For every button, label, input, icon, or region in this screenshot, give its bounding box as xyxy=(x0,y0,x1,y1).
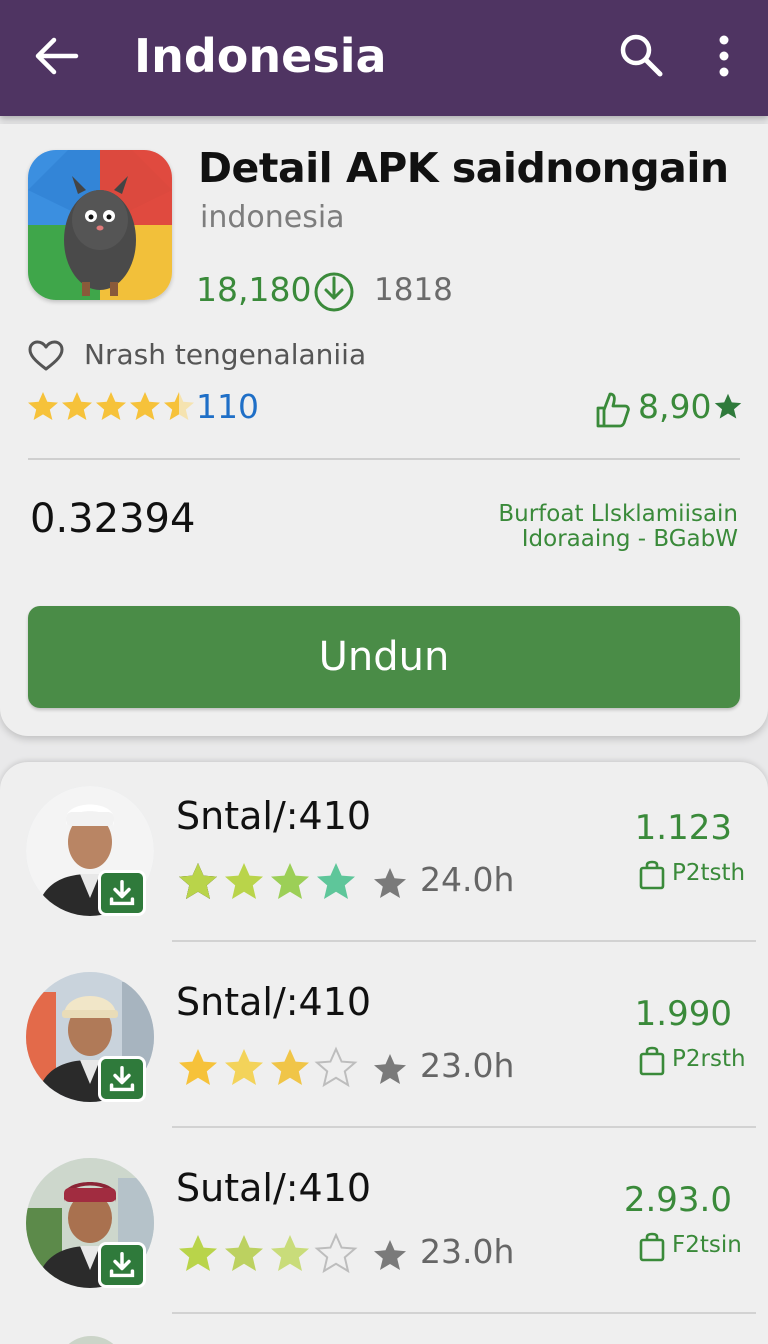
app-subtitle: indonesia xyxy=(200,200,345,235)
download-hand-icon xyxy=(314,272,354,312)
download-count: 18,180 xyxy=(196,270,312,309)
more-vert-icon[interactable] xyxy=(706,32,742,80)
rating-stars xyxy=(28,392,194,420)
wishlist-label[interactable]: Nrash tengenalaniia xyxy=(84,338,366,371)
bag-icon xyxy=(639,1046,665,1076)
list-item-title: Sutal/:410 xyxy=(176,1166,372,1210)
download-badge-icon xyxy=(98,1056,146,1102)
download-secondary: 1818 xyxy=(374,272,453,308)
related-list: Sntal/:410 24.0h 1.123 P2tsth Sntal/:410… xyxy=(0,762,768,1344)
star-icon xyxy=(374,1054,406,1084)
list-item[interactable]: Sntal/:410 24.0h 1.123 P2tsth xyxy=(0,762,768,948)
app-title: Detail APK saidnongain xyxy=(198,144,729,192)
divider xyxy=(172,1312,756,1314)
list-item-title: Sntal/:410 xyxy=(176,980,372,1024)
list-item-stars xyxy=(179,1048,356,1086)
app-bar: Indonesia xyxy=(0,0,768,116)
search-icon[interactable] xyxy=(616,30,666,80)
divider xyxy=(172,940,756,942)
meta-line-1: Burfoat Llsklamiisain xyxy=(498,501,738,527)
list-item-value: 1.990 xyxy=(634,994,732,1034)
star-icon xyxy=(374,868,406,898)
list-item-tag: P2rsth xyxy=(672,1046,746,1072)
meta-line-2: Idoraaing - BGabW xyxy=(521,526,738,552)
app-icon[interactable] xyxy=(28,150,172,300)
list-item-tag: F2tsin xyxy=(672,1232,742,1258)
star-icon xyxy=(374,1240,406,1270)
page-title: Indonesia xyxy=(134,29,387,83)
divider xyxy=(28,458,740,460)
download-badge-icon xyxy=(98,870,146,916)
download-badge-icon xyxy=(98,1242,146,1288)
list-item-time: 24.0h xyxy=(420,860,515,899)
price-value: 0.32394 xyxy=(30,496,196,542)
list-item-stars xyxy=(179,863,355,899)
list-item-tag: P2tsth xyxy=(672,860,746,886)
thumb-up-icon xyxy=(596,392,630,428)
rating-count: 110 xyxy=(196,387,259,426)
list-item-value: 2.93.0 xyxy=(623,1180,732,1220)
arrow-left-icon[interactable] xyxy=(30,30,82,82)
list-item-value: 1.123 xyxy=(634,808,732,848)
like-value: 8,90 xyxy=(638,387,712,426)
bag-icon xyxy=(639,860,665,890)
divider xyxy=(172,1126,756,1128)
list-item-time: 23.0h xyxy=(420,1046,515,1085)
list-item-title: Sntal/:410 xyxy=(176,794,372,838)
app-detail-card: Detail APK saidnongain indonesia 18,180 … xyxy=(0,124,768,736)
heart-icon[interactable] xyxy=(28,340,64,372)
star-icon xyxy=(714,393,742,419)
list-item[interactable]: Sutal/:410 23.0h 2.93.0 F2tsin xyxy=(0,1134,768,1320)
avatar xyxy=(56,1336,126,1344)
list-item[interactable]: Sntal/:410 23.0h 1.990 P2rsth xyxy=(0,948,768,1134)
list-item-stars xyxy=(179,1234,356,1272)
install-button[interactable]: Undun xyxy=(28,606,740,708)
list-item-time: 23.0h xyxy=(420,1232,515,1271)
bag-icon xyxy=(639,1232,665,1262)
